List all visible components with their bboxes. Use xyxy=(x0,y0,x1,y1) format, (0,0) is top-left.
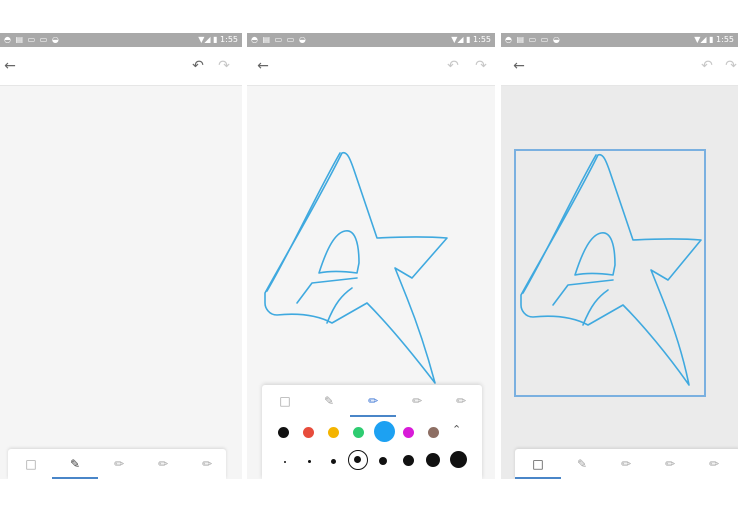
active-tool-indicator xyxy=(350,415,396,417)
size-2[interactable] xyxy=(308,460,311,463)
status-icons-right: ▼◢ ▮ 1:55 xyxy=(198,35,238,44)
size-6[interactable] xyxy=(403,455,414,466)
select-tool-icon[interactable]: □ xyxy=(515,452,561,479)
redo-icon[interactable]: ↷ xyxy=(214,56,234,76)
screen-3: ◓ ▤ ▭ ▭ ◒ ▼◢ ▮ 1:55 ← ↶ ↷ □ ✎ ✏ ✏ ✏ xyxy=(501,33,738,479)
status-bar: ◓ ▤ ▭ ▭ ◒ ▼◢ ▮ 1:55 xyxy=(0,33,242,47)
color-green[interactable] xyxy=(353,427,364,438)
color-black[interactable] xyxy=(278,427,289,438)
back-icon[interactable]: ← xyxy=(0,56,20,76)
pen-options-panel: □ ✎ ✏ ✏ ✏ ⌃ xyxy=(262,385,482,479)
size-5[interactable] xyxy=(379,457,387,465)
color-yellow[interactable] xyxy=(328,427,339,438)
size-4-selected[interactable] xyxy=(348,450,368,470)
size-8[interactable] xyxy=(450,451,467,468)
screen-2: ◓ ▤ ▭ ▭ ◒ ▼◢ ▮ 1:55 ← ↶ ↷ □ ✎ ✏ ✏ ✏ ⌃ xyxy=(247,33,495,479)
undo-icon[interactable]: ↶ xyxy=(188,56,208,76)
pen-tool-icon[interactable]: ✏ xyxy=(358,389,388,413)
select-tool-icon[interactable]: □ xyxy=(16,452,46,476)
letter-a-drawing xyxy=(520,153,702,386)
eraser-tool-icon[interactable]: ✎ xyxy=(52,452,98,479)
pen-tool-icon[interactable]: ✏ xyxy=(148,452,178,476)
status-icons-left: ◓ ▤ ▭ ▭ ◒ xyxy=(4,35,60,44)
pen-tool-icon[interactable]: ✏ xyxy=(655,452,685,476)
chevron-up-icon[interactable]: ⌃ xyxy=(452,423,461,436)
color-blue-selected[interactable] xyxy=(374,421,395,442)
drawing-canvas[interactable] xyxy=(0,86,242,479)
tool-bar: □ ✎ ✏ ✏ ✏ xyxy=(8,449,226,479)
eraser-tool-icon[interactable]: ✎ xyxy=(314,389,344,413)
top-toolbar: ← ↶ ↷ xyxy=(0,47,242,86)
color-brown[interactable] xyxy=(428,427,439,438)
tool-bar: □ ✎ ✏ ✏ ✏ xyxy=(515,449,738,479)
color-red[interactable] xyxy=(303,427,314,438)
size-1[interactable] xyxy=(284,461,286,463)
highlighter-tool-icon[interactable]: ✏ xyxy=(699,452,729,476)
size-7[interactable] xyxy=(426,453,440,467)
marker-tool-icon[interactable]: ✏ xyxy=(611,452,641,476)
marker-tool-icon[interactable]: ✏ xyxy=(402,389,432,413)
select-tool-icon[interactable]: □ xyxy=(270,389,300,413)
eraser-tool-icon[interactable]: ✎ xyxy=(567,452,597,476)
marker-tool-icon[interactable]: ✏ xyxy=(104,452,134,476)
screen-1: ◓ ▤ ▭ ▭ ◒ ▼◢ ▮ 1:55 ← ↶ ↷ □ ✎ ✏ ✏ ✏ xyxy=(0,33,242,479)
size-3[interactable] xyxy=(331,459,336,464)
highlighter-tool-icon[interactable]: ✏ xyxy=(446,389,476,413)
color-magenta[interactable] xyxy=(403,427,414,438)
highlighter-tool-icon[interactable]: ✏ xyxy=(192,452,222,476)
